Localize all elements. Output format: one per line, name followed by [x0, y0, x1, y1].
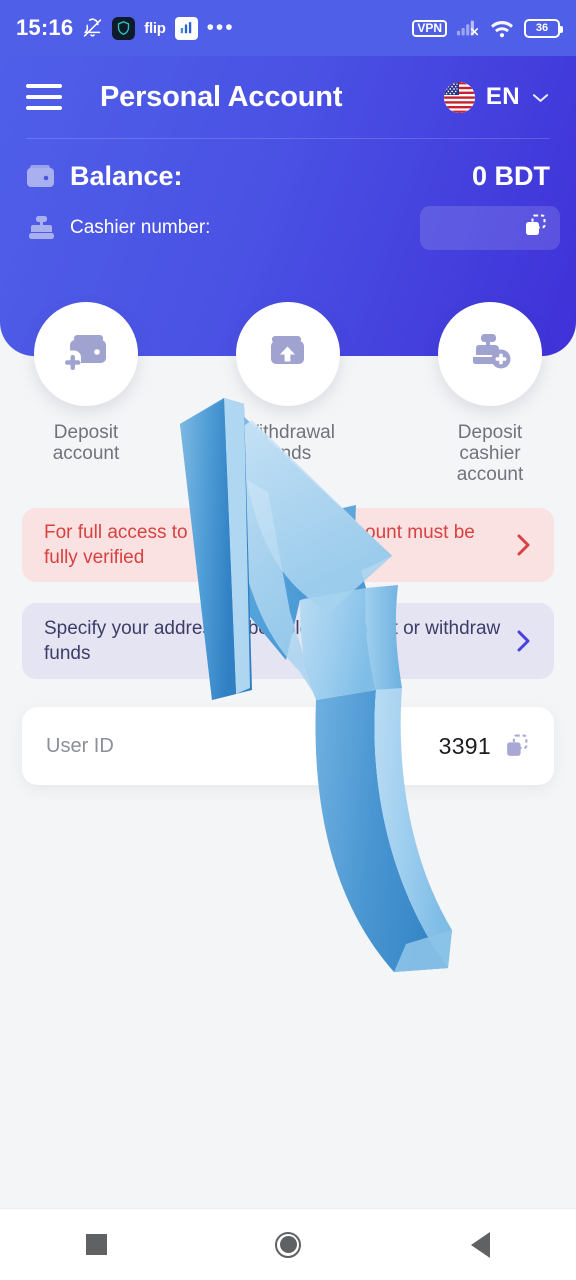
- status-bar-left: 15:16 flip •••: [16, 15, 412, 41]
- wallet-plus-icon: [62, 331, 110, 378]
- chart-app-icon: [174, 16, 198, 40]
- page-title: Personal Account: [100, 80, 343, 113]
- action-label: Deposit account: [52, 422, 120, 464]
- balance-row: Balance: 0 BDT: [0, 139, 576, 192]
- bell-muted-icon: [82, 17, 103, 39]
- action-deposit-account[interactable]: Deposit account: [16, 302, 156, 485]
- verification-banner-text: For full access to all functions, the ac…: [44, 522, 475, 568]
- copy-icon[interactable]: [523, 213, 548, 243]
- language-selector[interactable]: EN: [443, 81, 550, 113]
- copy-icon[interactable]: [504, 733, 530, 759]
- address-banner-text: Specify your address to be able to depos…: [44, 618, 501, 664]
- action-label: Withdrawal funds: [241, 422, 335, 464]
- cash-register-icon: [26, 215, 56, 241]
- back-button[interactable]: [425, 1231, 535, 1258]
- recents-button[interactable]: [41, 1234, 151, 1255]
- vpn-badge: VPN: [412, 19, 447, 37]
- battery-level: 36: [535, 22, 549, 34]
- deposit-cashier-circle[interactable]: [438, 302, 542, 406]
- chevron-down-icon[interactable]: [531, 91, 550, 104]
- app-screen: 15:16 flip ••• VPN 36 Personal Account E…: [0, 0, 576, 1280]
- status-bar: 15:16 flip ••• VPN 36: [0, 0, 576, 56]
- address-banner[interactable]: Specify your address to be able to depos…: [22, 603, 554, 679]
- cash-register-plus-icon: [466, 331, 514, 378]
- cashier-number-field[interactable]: [420, 206, 560, 250]
- user-id-label: User ID: [46, 734, 114, 757]
- battery-icon: 36: [524, 18, 563, 38]
- user-id-value: 3391: [438, 732, 491, 759]
- action-deposit-cashier-account[interactable]: Deposit cashier account: [420, 302, 560, 485]
- header-topbar: Personal Account EN: [0, 56, 576, 138]
- wallet-upload-icon: [265, 332, 311, 377]
- chevron-right-icon[interactable]: [515, 627, 532, 655]
- status-bar-right: VPN 36: [412, 18, 563, 38]
- action-label: Deposit cashier account: [456, 422, 524, 485]
- language-code: EN: [485, 83, 520, 110]
- overflow-dots-icon: •••: [206, 16, 235, 39]
- flip-app-icon: flip: [144, 19, 166, 37]
- cashier-label: Cashier number:: [70, 217, 211, 238]
- quick-actions: Deposit account Withdrawal funds Deposit…: [0, 302, 576, 485]
- action-withdrawal-funds[interactable]: Withdrawal funds: [218, 302, 358, 485]
- deposit-account-circle[interactable]: [34, 302, 138, 406]
- user-id-card[interactable]: User ID 3391: [22, 707, 554, 785]
- balance-label: Balance:: [70, 161, 183, 191]
- status-time: 15:16: [16, 15, 74, 40]
- us-flag-icon: [443, 81, 475, 113]
- back-triangle-icon: [470, 1231, 490, 1258]
- shield-icon: [112, 16, 136, 40]
- cashier-row: Cashier number:: [0, 192, 576, 250]
- hamburger-menu-icon[interactable]: [26, 84, 62, 110]
- withdrawal-funds-circle[interactable]: [236, 302, 340, 406]
- signal-no-sim-icon: [456, 18, 480, 38]
- android-navigation-bar: [0, 1208, 576, 1280]
- verification-banner[interactable]: For full access to all functions, the ac…: [22, 508, 554, 582]
- home-button[interactable]: [233, 1231, 343, 1258]
- wifi-icon: [489, 18, 515, 38]
- chevron-right-icon[interactable]: [515, 531, 532, 559]
- wallet-icon: [26, 164, 56, 190]
- recents-square-icon: [85, 1234, 107, 1255]
- balance-value: 0 BDT: [471, 161, 550, 191]
- home-circle-icon: [275, 1231, 301, 1258]
